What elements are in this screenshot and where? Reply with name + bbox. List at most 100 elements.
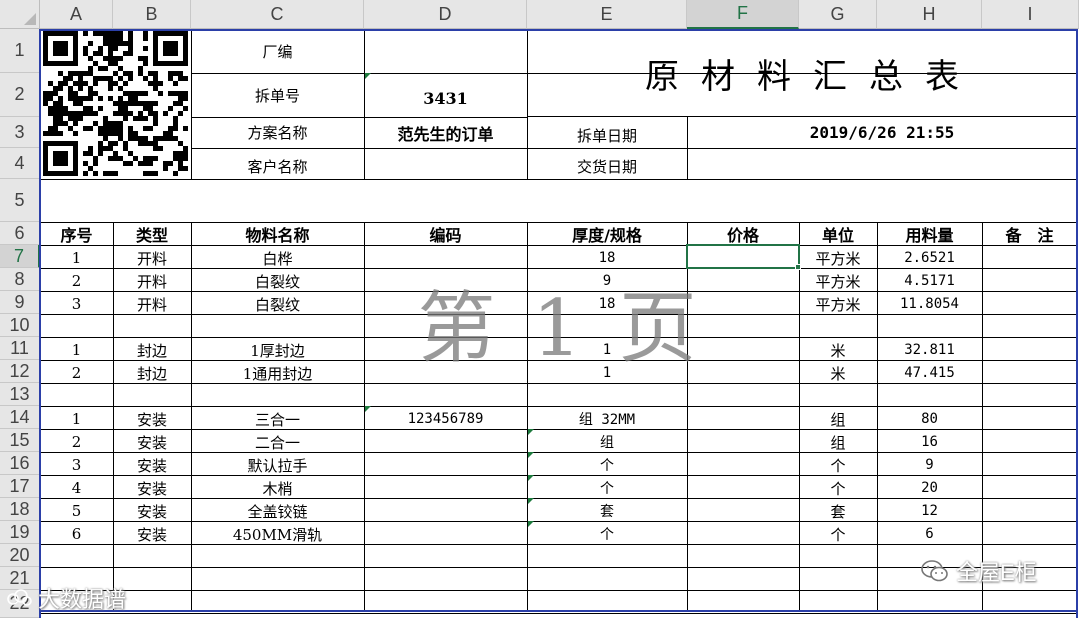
cell-code[interactable] <box>364 383 527 406</box>
cell-seq[interactable]: 2 <box>40 268 113 291</box>
cell-spec[interactable]: 18 <box>527 245 687 268</box>
row-header-2[interactable]: 2 <box>0 73 40 117</box>
cell-remark[interactable] <box>982 291 1077 314</box>
cell-unit[interactable]: 平方米 <box>799 268 877 291</box>
cell-unit[interactable] <box>799 567 877 590</box>
th-seq[interactable]: 序号 <box>40 222 113 245</box>
cell-price[interactable] <box>687 406 799 429</box>
cell-spec[interactable] <box>527 544 687 567</box>
cell-seq[interactable]: 3 <box>40 452 113 475</box>
cell-type[interactable]: 开料 <box>113 245 191 268</box>
row-header-20[interactable]: 20 <box>0 544 40 567</box>
column-header-b[interactable]: B <box>113 0 191 29</box>
cell-quantity[interactable]: 20 <box>877 475 982 498</box>
cell-type[interactable]: 安装 <box>113 406 191 429</box>
sheet-title[interactable]: 原材料汇总表 <box>527 29 1077 117</box>
cell-seq[interactable]: 1 <box>40 245 113 268</box>
row-header-11[interactable]: 11 <box>0 337 40 360</box>
cell-material[interactable]: 二合一 <box>191 429 364 452</box>
cell-spec[interactable]: 个 <box>527 475 687 498</box>
cell-type[interactable]: 安装 <box>113 429 191 452</box>
plan-name-value[interactable]: 范先生的订单 <box>364 117 527 148</box>
cell-quantity[interactable]: 4.5171 <box>877 268 982 291</box>
cell-quantity[interactable]: 9 <box>877 452 982 475</box>
row-header-14[interactable]: 14 <box>0 406 40 429</box>
cell-spec[interactable] <box>527 383 687 406</box>
cell-remark[interactable] <box>982 429 1077 452</box>
cell-quantity[interactable] <box>877 383 982 406</box>
cell-quantity[interactable]: 47.415 <box>877 360 982 383</box>
cell-price[interactable] <box>687 383 799 406</box>
cell-unit[interactable]: 个 <box>799 452 877 475</box>
cell-type[interactable]: 安装 <box>113 475 191 498</box>
cell-quantity[interactable]: 6 <box>877 521 982 544</box>
column-header-e[interactable]: E <box>527 0 687 29</box>
row-header-12[interactable]: 12 <box>0 360 40 383</box>
fill-handle[interactable] <box>795 264 801 270</box>
cell-material[interactable]: 木梢 <box>191 475 364 498</box>
row-header-4[interactable]: 4 <box>0 148 40 179</box>
cell-material[interactable]: 全盖铰链 <box>191 498 364 521</box>
cell-code[interactable]: 123456789 <box>364 406 527 429</box>
row-header-6[interactable]: 6 <box>0 222 40 245</box>
row-header-5[interactable]: 5 <box>0 179 40 222</box>
th-type[interactable]: 类型 <box>113 222 191 245</box>
cell-price[interactable] <box>687 475 799 498</box>
cell-quantity[interactable]: 80 <box>877 406 982 429</box>
th-remark[interactable]: 备 注 <box>982 222 1077 245</box>
cell-quantity[interactable] <box>877 314 982 337</box>
cell-material[interactable]: 白裂纹 <box>191 291 364 314</box>
row-header-1[interactable]: 1 <box>0 29 40 73</box>
cell-quantity[interactable]: 11.8054 <box>877 291 982 314</box>
cell-remark[interactable] <box>982 268 1077 291</box>
row-header-19[interactable]: 19 <box>0 521 40 544</box>
cell-type[interactable] <box>113 544 191 567</box>
cell-seq[interactable]: 5 <box>40 498 113 521</box>
factory-value[interactable] <box>364 29 527 73</box>
cell-material[interactable] <box>191 590 364 617</box>
column-header-c[interactable]: C <box>191 0 364 29</box>
cell-price[interactable] <box>687 429 799 452</box>
cell-spec[interactable]: 组 <box>527 429 687 452</box>
cell-material[interactable]: 1厚封边 <box>191 337 364 360</box>
cell-code[interactable] <box>364 475 527 498</box>
cell-material[interactable] <box>191 567 364 590</box>
cell-price[interactable] <box>687 544 799 567</box>
cell-unit[interactable]: 组 <box>799 429 877 452</box>
cell-price[interactable] <box>687 567 799 590</box>
cell-remark[interactable] <box>982 337 1077 360</box>
cell-unit[interactable]: 米 <box>799 360 877 383</box>
cell-code[interactable] <box>364 567 527 590</box>
cell-unit[interactable]: 平方米 <box>799 291 877 314</box>
cell-price[interactable] <box>687 452 799 475</box>
cell-code[interactable] <box>364 452 527 475</box>
th-price[interactable]: 价格 <box>687 222 799 245</box>
cell-material[interactable]: 1通用封边 <box>191 360 364 383</box>
cell-quantity[interactable]: 12 <box>877 498 982 521</box>
cell-unit[interactable]: 个 <box>799 521 877 544</box>
cell-seq[interactable]: 1 <box>40 406 113 429</box>
row-header-3[interactable]: 3 <box>0 117 40 148</box>
cell-code[interactable] <box>364 245 527 268</box>
row-header-9[interactable]: 9 <box>0 291 40 314</box>
cell-spec[interactable]: 套 <box>527 498 687 521</box>
cell-remark[interactable] <box>982 475 1077 498</box>
customer-value[interactable] <box>364 148 527 179</box>
column-header-d[interactable]: D <box>364 0 527 29</box>
cell-code[interactable] <box>364 429 527 452</box>
cell-seq[interactable]: 4 <box>40 475 113 498</box>
cell-code[interactable] <box>364 544 527 567</box>
row-header-18[interactable]: 18 <box>0 498 40 521</box>
row-header-15[interactable]: 15 <box>0 429 40 452</box>
cell-remark[interactable] <box>982 406 1077 429</box>
cell-type[interactable]: 封边 <box>113 360 191 383</box>
cell-unit[interactable]: 米 <box>799 337 877 360</box>
cell-remark[interactable] <box>982 383 1077 406</box>
cell-material[interactable] <box>191 314 364 337</box>
row-header-7[interactable]: 7 <box>0 245 40 268</box>
cell-seq[interactable]: 2 <box>40 429 113 452</box>
cell-price[interactable] <box>687 498 799 521</box>
delivery-date-value[interactable] <box>687 148 1077 179</box>
cell-material[interactable]: 450MM滑轨 <box>191 521 364 544</box>
cell-seq[interactable] <box>40 314 113 337</box>
